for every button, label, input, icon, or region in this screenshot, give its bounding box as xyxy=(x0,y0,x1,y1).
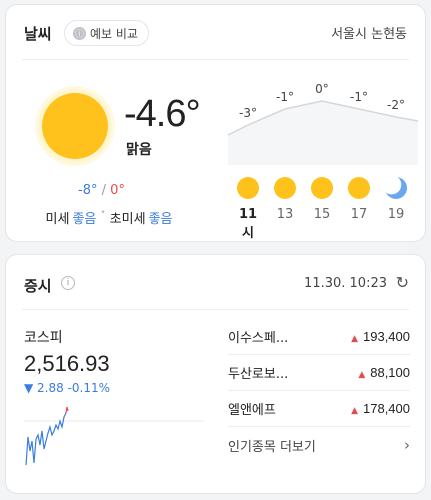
weather-title: 날씨 xyxy=(24,25,52,43)
hourly-temp-label: -3° xyxy=(239,106,257,120)
hourly-temp-label: -1° xyxy=(350,90,368,104)
index-change: ▼ 2.88 -0.11% xyxy=(24,381,111,395)
hourly-item[interactable]: 11시 xyxy=(233,177,263,241)
stock-price: 178,400 xyxy=(363,400,410,416)
high-temperature: 0° xyxy=(110,183,125,198)
current-temperature: -4.6° xyxy=(124,93,201,135)
forecast-compare-label: 예보 비교 xyxy=(90,26,138,41)
hourly-temp-label: -1° xyxy=(276,90,294,104)
stock-timestamp: 11.30. 10:23 xyxy=(304,276,387,291)
stock-name: 두산로보... xyxy=(228,367,289,382)
refresh-icon[interactable]: ↻ xyxy=(396,273,409,292)
chevron-right-icon: › xyxy=(404,436,410,454)
stock-name: 엘앤에프 xyxy=(228,403,276,418)
fine-dust-value: 좋음 xyxy=(72,212,97,227)
weather-card: 날씨 ⓘ 예보 비교 서울시 논현동 -4.6° 맑음 -8° / 0° 미세 … xyxy=(5,4,426,242)
stock-price: 88,100 xyxy=(370,364,410,380)
hourly-time: 11시 xyxy=(238,207,258,241)
stock-row[interactable]: 이수스페... ▲ 193,400 xyxy=(228,319,410,355)
range-separator: / xyxy=(101,183,107,198)
hourly-temperature-chart: -3° -1° 0° -1° -2° xyxy=(227,82,419,165)
stock-row[interactable]: 엘앤에프 ▲ 178,400 xyxy=(228,391,410,427)
sun-icon xyxy=(348,177,370,199)
up-arrow-icon: ▲ xyxy=(351,405,358,416)
hourly-time: 13 xyxy=(276,207,294,222)
air-quality[interactable]: 미세 좋음 • 초미세 좋음 xyxy=(24,208,194,227)
hourly-time: 15 xyxy=(313,207,331,222)
low-temperature: -8° xyxy=(78,183,98,198)
ultrafine-dust-label: 초미세 xyxy=(109,212,146,227)
hourly-time: 19 xyxy=(387,207,405,222)
index-sparkline xyxy=(24,406,204,466)
divider xyxy=(22,59,409,60)
more-label: 인기종목 더보기 xyxy=(228,439,316,455)
sun-icon xyxy=(311,177,333,199)
stock-title: 증시 xyxy=(24,277,52,295)
sun-icon xyxy=(42,93,108,159)
hourly-forecast[interactable]: 11시 13 15 17 19 xyxy=(228,177,418,241)
moon-icon xyxy=(385,177,407,199)
up-arrow-icon: ▲ xyxy=(358,369,366,380)
ultrafine-dust-value: 좋음 xyxy=(148,212,173,227)
stock-card: 증시 i 11.30. 10:23 ↻ 코스피 2,516.93 ▼ 2.88 … xyxy=(5,254,426,494)
temperature-range: -8° / 0° xyxy=(24,183,179,198)
stock-price: 193,400 xyxy=(363,328,410,344)
up-arrow-icon: ▲ xyxy=(351,333,358,344)
weather-condition: 맑음 xyxy=(126,142,152,158)
info-icon[interactable]: i xyxy=(61,276,75,290)
sun-icon xyxy=(274,177,296,199)
hourly-temp-label: -2° xyxy=(387,98,405,112)
dot-separator-icon: • xyxy=(100,208,106,218)
hourly-item[interactable]: 15 xyxy=(307,177,337,222)
stock-name: 이수스페... xyxy=(228,331,289,346)
hourly-item[interactable]: 19 xyxy=(381,177,411,222)
divider xyxy=(22,309,409,310)
hourly-temp-label: 0° xyxy=(315,82,329,96)
hourly-item[interactable]: 13 xyxy=(270,177,300,222)
sun-icon xyxy=(237,177,259,199)
info-icon: ⓘ xyxy=(73,26,86,40)
stock-row[interactable]: 두산로보... ▲ 88,100 xyxy=(228,355,410,391)
index-name[interactable]: 코스피 xyxy=(24,327,63,347)
popular-stocks-list: 이수스페... ▲ 193,400 두산로보... ▲ 88,100 엘앤에프 ▲ 1… xyxy=(228,319,410,463)
hourly-item[interactable]: 17 xyxy=(344,177,374,222)
fine-dust-label: 미세 xyxy=(45,212,70,227)
popular-stocks-more-link[interactable]: 인기종목 더보기 › xyxy=(228,427,410,463)
forecast-compare-button[interactable]: ⓘ 예보 비교 xyxy=(64,20,149,46)
location-link[interactable]: 서울시 논현동 xyxy=(331,23,407,42)
index-value: 2,516.93 xyxy=(24,351,110,376)
hourly-time: 17 xyxy=(350,207,368,222)
